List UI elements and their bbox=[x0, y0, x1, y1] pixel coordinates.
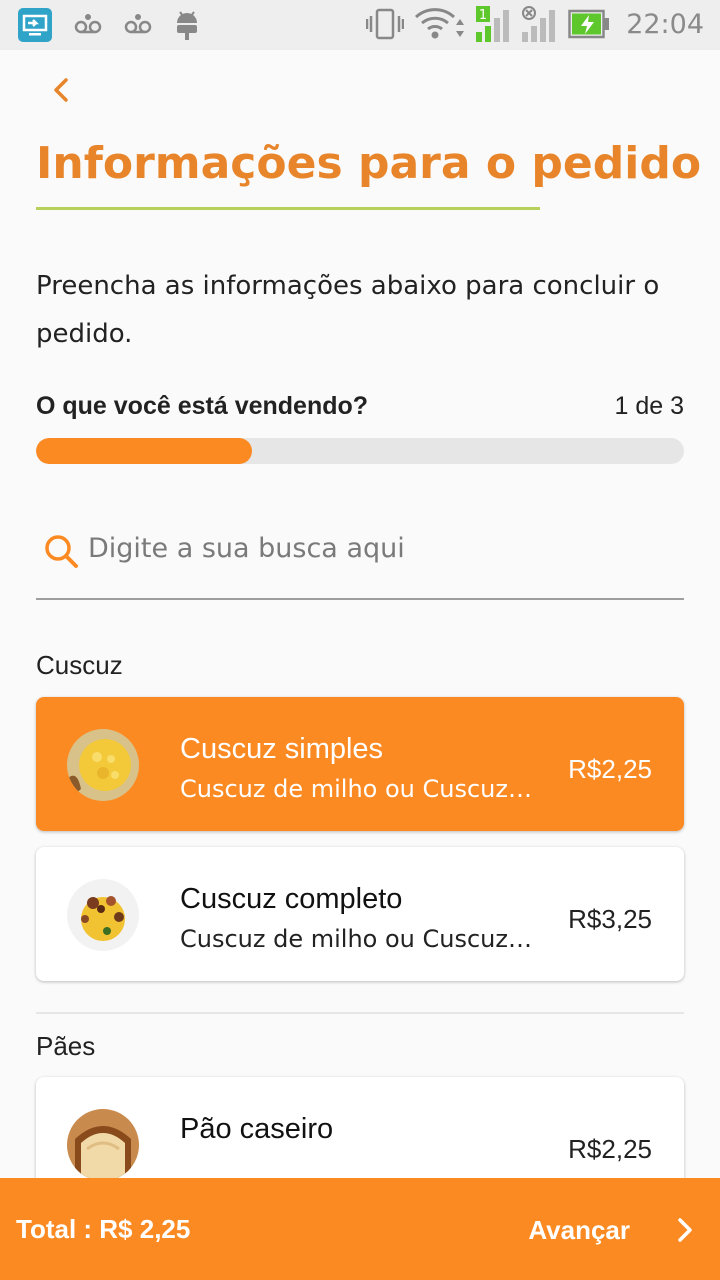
signal-no-sim-icon bbox=[522, 6, 556, 42]
product-price: R$2,25 bbox=[568, 1134, 652, 1164]
intro-text: Preencha as informações abaixo para conc… bbox=[36, 271, 660, 349]
voicemail-icon bbox=[74, 14, 102, 34]
product-name: Cuscuz simples bbox=[180, 733, 384, 765]
product-description: Cuscuz de milho ou Cuscuz de arroz bbox=[180, 775, 532, 803]
advance-button[interactable]: Avançar bbox=[528, 1202, 696, 1258]
category-title-cuscuz: Cuscuz bbox=[36, 650, 123, 680]
status-time: 22:04 bbox=[626, 8, 704, 40]
product-name: Pão caseiro bbox=[180, 1113, 334, 1145]
progress-fill bbox=[36, 438, 252, 464]
search-icon bbox=[45, 535, 78, 568]
progress-bar bbox=[36, 438, 684, 464]
vibrate-icon bbox=[366, 8, 405, 40]
chevron-left-icon bbox=[54, 78, 68, 102]
cuscuz-completo-photo bbox=[67, 879, 139, 951]
chevron-right-icon bbox=[678, 1218, 692, 1242]
title-underline bbox=[36, 207, 540, 210]
pao-caseiro-photo bbox=[67, 1109, 139, 1181]
product-name: Cuscuz completo bbox=[180, 883, 403, 915]
android-icon bbox=[177, 11, 197, 40]
voicemail-icon bbox=[124, 14, 152, 34]
product-card-cuscuz-simples[interactable]: Cuscuz simples Cuscuz de milho ou Cuscuz… bbox=[36, 697, 684, 831]
order-total: Total : R$ 2,25 bbox=[16, 1214, 191, 1244]
back-button[interactable] bbox=[44, 72, 80, 108]
search-box[interactable] bbox=[36, 520, 684, 600]
cuscuz-simples-photo bbox=[67, 729, 139, 801]
category-title-paes: Pães bbox=[36, 1031, 96, 1061]
product-price: R$2,25 bbox=[568, 754, 652, 784]
product-description: Cuscuz de milho ou Cuscuz de arroz bbox=[180, 925, 532, 953]
sim-badge: 1 bbox=[479, 8, 487, 23]
battery-charging-icon bbox=[568, 9, 610, 39]
product-price: R$3,25 bbox=[568, 904, 652, 934]
screen-cast-icon bbox=[18, 8, 52, 42]
search-input[interactable] bbox=[88, 526, 668, 570]
wifi-icon bbox=[415, 8, 465, 39]
signal-sim1-icon: 1 bbox=[476, 6, 510, 42]
page-title: Informações para o pedido bbox=[36, 138, 702, 189]
advance-label: Avançar bbox=[528, 1214, 630, 1245]
category-divider bbox=[36, 1012, 684, 1014]
step-count: 1 de 3 bbox=[614, 392, 684, 420]
step-label: O que você está vendendo? bbox=[36, 392, 369, 420]
footer-bar: Total : R$ 2,25 Avançar bbox=[0, 1178, 720, 1280]
product-card-cuscuz-completo[interactable]: Cuscuz completo Cuscuz de milho ou Cuscu… bbox=[36, 847, 684, 981]
status-bar: 1 22:04 bbox=[0, 0, 720, 50]
